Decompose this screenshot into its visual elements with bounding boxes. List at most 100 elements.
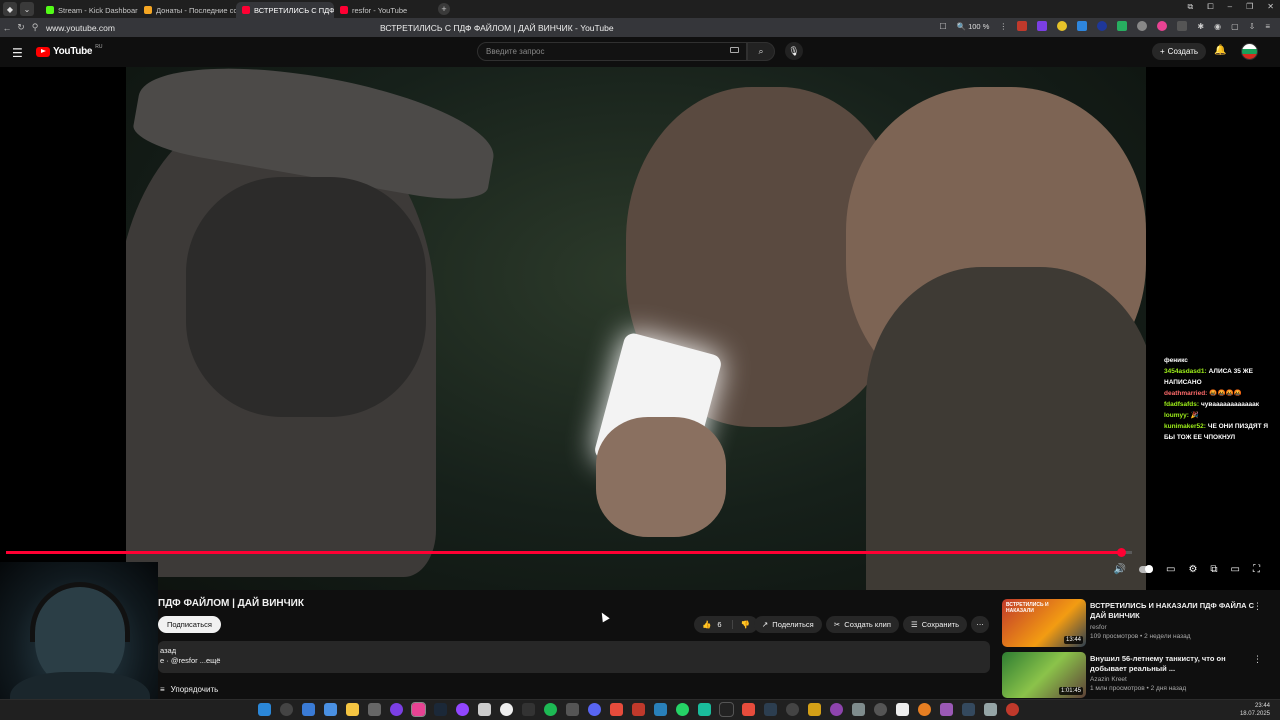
search-input[interactable]: Введите запрос xyxy=(477,42,747,61)
app-icon[interactable] xyxy=(852,703,865,716)
app-icon[interactable] xyxy=(918,703,931,716)
hamburger-menu-icon[interactable]: ☰ xyxy=(12,46,23,60)
app-icon[interactable] xyxy=(874,703,887,716)
create-button[interactable]: + Создать xyxy=(1152,43,1207,60)
spotify-icon[interactable] xyxy=(544,703,557,716)
recommendation-channel[interactable]: Azazin Kreet xyxy=(1090,675,1127,684)
start-icon[interactable] xyxy=(258,703,271,716)
video-frame[interactable] xyxy=(126,67,1146,590)
app-icon[interactable] xyxy=(478,703,491,716)
tab-resfor-youtube[interactable]: resfor - YouTube xyxy=(334,2,432,18)
recommendation-title[interactable]: ВСТРЕТИЛИСЬ И НАКАЗАЛИ ПДФ ФАЙЛА С ДАЙ В… xyxy=(1090,601,1255,621)
app-icon[interactable] xyxy=(654,703,667,716)
sidebar-icon[interactable]: ▢ xyxy=(1231,22,1239,31)
extension-icon[interactable] xyxy=(1177,21,1188,31)
sort-comments-button[interactable]: ≡ Упорядочить xyxy=(160,685,218,694)
fullscreen-icon[interactable]: ⛶ xyxy=(1253,564,1260,575)
widgets-icon[interactable] xyxy=(324,703,337,716)
whatsapp-icon[interactable] xyxy=(676,703,689,716)
close-window-icon[interactable]: ✕ xyxy=(1267,2,1274,12)
back-icon[interactable]: ← xyxy=(0,23,14,33)
url-field[interactable]: www.youtube.com xyxy=(46,23,115,33)
discord-icon[interactable] xyxy=(588,703,601,716)
profile-icon[interactable]: ◉ xyxy=(1214,22,1221,31)
site-info-icon[interactable]: ⚲ xyxy=(28,22,42,33)
more-actions-button[interactable]: ⋯ xyxy=(971,616,989,633)
more-vertical-icon[interactable]: ⋮ xyxy=(1253,601,1262,612)
app-icon[interactable] xyxy=(698,703,711,716)
extension-icon[interactable] xyxy=(1057,21,1068,31)
app-icon[interactable] xyxy=(522,703,535,716)
app-icon[interactable] xyxy=(764,703,777,716)
yandex-icon[interactable] xyxy=(500,703,513,716)
app-icon[interactable] xyxy=(742,703,755,716)
extension-icon[interactable] xyxy=(1017,21,1028,31)
subscribe-button[interactable]: Подписаться xyxy=(158,616,221,633)
search-icon[interactable] xyxy=(280,703,293,716)
keyboard-icon[interactable] xyxy=(730,47,739,53)
zoom-level[interactable]: 🔍 100 % xyxy=(957,22,990,31)
extension-icon[interactable] xyxy=(1157,21,1168,31)
app-icon[interactable] xyxy=(390,703,403,716)
create-clip-button[interactable]: ✂ Создать клип xyxy=(826,616,899,633)
app-icon[interactable] xyxy=(1006,703,1019,716)
like-button[interactable]: 👍 6 xyxy=(702,620,722,629)
volume-icon[interactable]: 🔊 xyxy=(1114,564,1126,575)
extension-icon[interactable] xyxy=(1037,21,1048,31)
recommendation-thumbnail[interactable]: 1:01:45 xyxy=(1002,652,1086,698)
app-icon[interactable] xyxy=(940,703,953,716)
app-icon[interactable] xyxy=(896,703,909,716)
microphone-icon[interactable]: 🎙 xyxy=(785,42,803,60)
subtitles-icon[interactable]: ▭ xyxy=(1166,564,1175,575)
browser-menu-icon[interactable]: ◆ xyxy=(3,2,17,16)
tab-kick-dashboard[interactable]: Stream - Kick Dashboard xyxy=(40,2,138,18)
avatar[interactable] xyxy=(1241,43,1258,60)
video-player[interactable]: феникс 3454asdasd1: АЛИСА 35 ЖЕ НАПИСАНО … xyxy=(0,67,1280,590)
recommendation-item[interactable]: 1:01:45 Внушил 56-летнему танкисту, что … xyxy=(1002,652,1272,698)
recommendation-title[interactable]: Внушил 56-летнему танкисту, что он добыв… xyxy=(1090,654,1255,674)
youtube-logo[interactable]: YouTube RU xyxy=(36,44,102,57)
extension-icon[interactable] xyxy=(1077,21,1088,31)
more-vertical-icon[interactable]: ⋮ xyxy=(1253,654,1262,665)
notifications-bell-icon[interactable]: 🔔 xyxy=(1214,45,1226,56)
app-icon[interactable] xyxy=(368,703,381,716)
file-explorer-icon[interactable] xyxy=(346,703,359,716)
pin-icon[interactable]: ⧉ xyxy=(1188,2,1194,12)
tabs-icon[interactable]: ⧠ xyxy=(1207,2,1213,12)
steam-icon[interactable] xyxy=(434,703,447,716)
tab-youtube-video[interactable]: ВСТРЕТИЛИСЬ С ПДФ ✕ xyxy=(236,2,334,18)
app-icon[interactable] xyxy=(632,703,645,716)
browser-active-icon[interactable] xyxy=(411,702,426,717)
recommendation-item[interactable]: ВСТРЕТИЛИСЬ И НАКАЗАЛИ 13:44 ВСТРЕТИЛИСЬ… xyxy=(1002,599,1272,651)
plus-icon[interactable]: + xyxy=(438,3,450,15)
maximize-icon[interactable]: ❐ xyxy=(1246,2,1253,12)
system-clock[interactable]: 23:44 18.07.2025 xyxy=(1240,702,1270,718)
autoplay-toggle[interactable] xyxy=(1138,565,1153,573)
more-icon[interactable]: ⋮ xyxy=(999,22,1007,31)
save-button[interactable]: ☰ Сохранить xyxy=(903,616,968,633)
theater-mode-icon[interactable]: ▭ xyxy=(1231,564,1240,575)
extension-icon[interactable] xyxy=(1137,21,1148,31)
app-icon[interactable] xyxy=(786,703,799,716)
share-button[interactable]: ↗ Поделиться xyxy=(754,616,822,633)
bookmark-icon[interactable]: ☐ xyxy=(939,22,946,31)
app-icon[interactable] xyxy=(962,703,975,716)
app-icon[interactable] xyxy=(984,703,997,716)
tab-donations[interactable]: Донаты - Последние сооб xyxy=(138,2,236,18)
terminal-icon[interactable] xyxy=(719,702,734,717)
progress-handle[interactable] xyxy=(1116,548,1126,557)
miniplayer-icon[interactable]: ⧉ xyxy=(1210,564,1217,575)
minimize-icon[interactable]: – xyxy=(1228,2,1232,12)
app-icon[interactable] xyxy=(830,703,843,716)
search-button[interactable]: ⌕ xyxy=(747,42,775,61)
description-box[interactable]: азад е · @resfor ...ещё xyxy=(158,641,990,673)
extensions-puzzle-icon[interactable]: ✱ xyxy=(1197,22,1204,31)
extension-icon[interactable] xyxy=(1097,21,1108,31)
taskview-icon[interactable] xyxy=(302,703,315,716)
download-icon[interactable]: ⇩ xyxy=(1249,22,1256,31)
recommendation-channel[interactable]: resfor xyxy=(1090,623,1107,632)
twitch-icon[interactable] xyxy=(456,703,469,716)
progress-bar[interactable] xyxy=(6,548,1132,557)
recommendation-thumbnail[interactable]: ВСТРЕТИЛИСЬ И НАКАЗАЛИ 13:44 xyxy=(1002,599,1086,647)
settings-gear-icon[interactable]: ⚙ xyxy=(1188,564,1197,575)
